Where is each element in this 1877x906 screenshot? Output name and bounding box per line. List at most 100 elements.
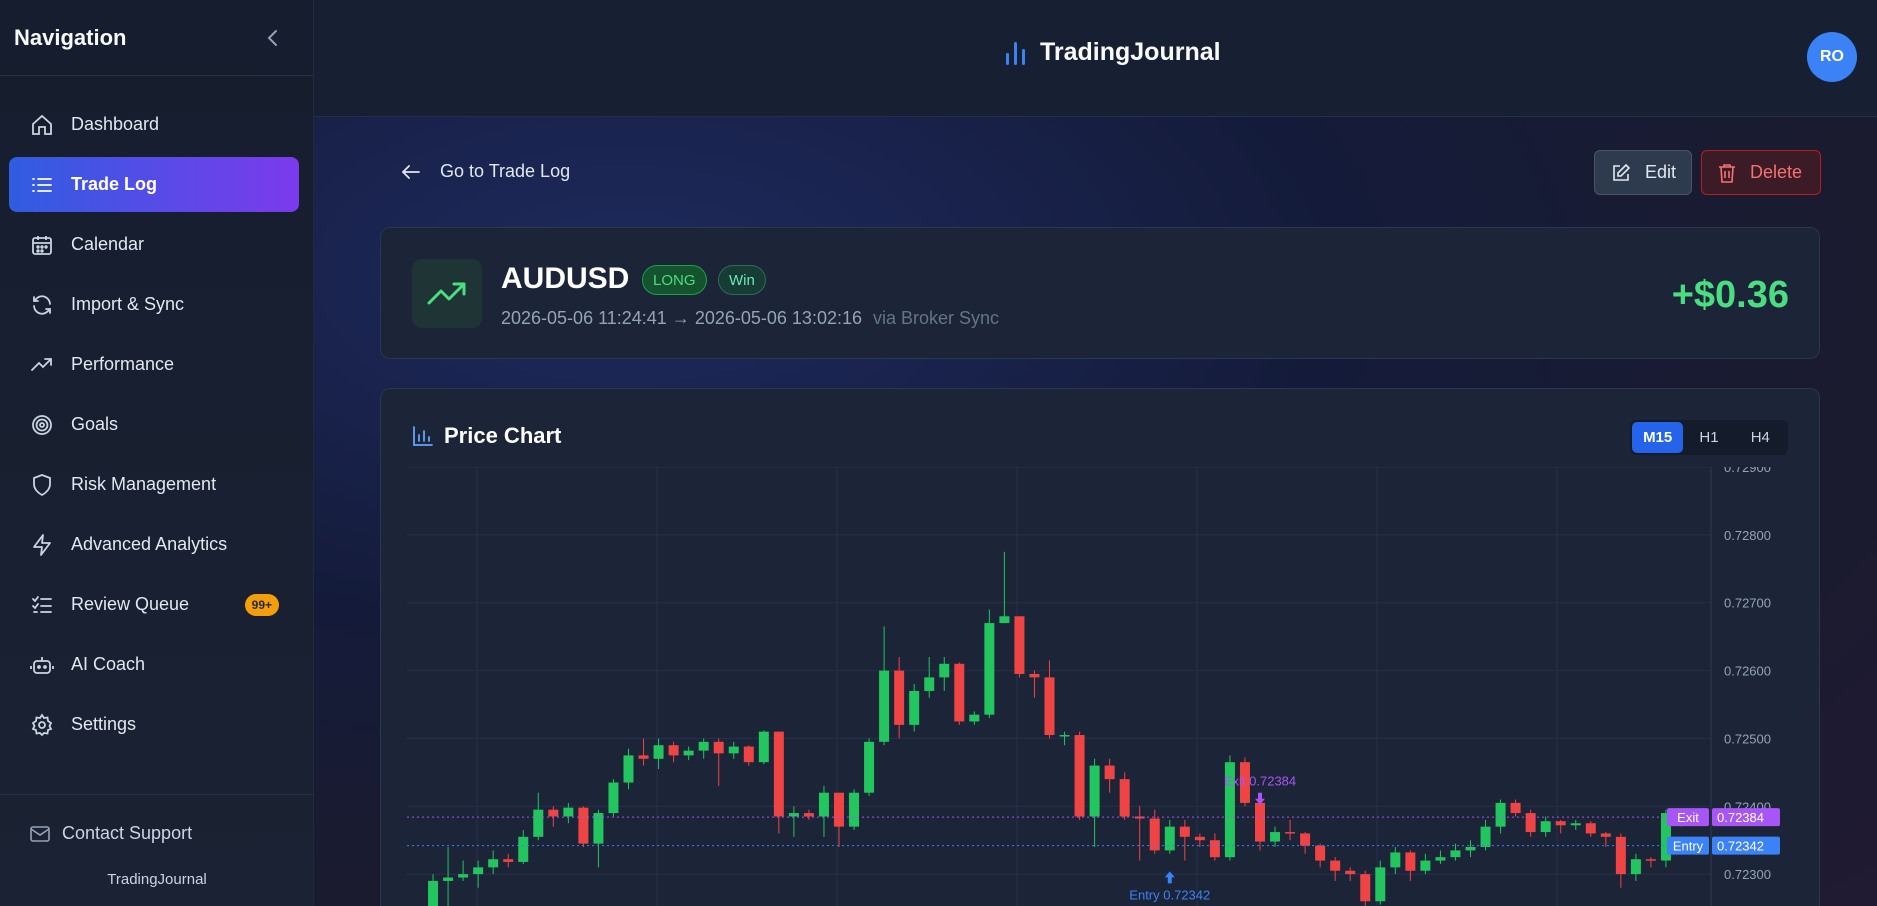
exit-marker-label: Exit 0.72384 <box>1224 774 1296 789</box>
sidebar: Navigation Dashboard Trade Log Calendar … <box>0 0 314 906</box>
brand-name: TradingJournal <box>1040 38 1221 66</box>
candle-bearish <box>1255 802 1265 842</box>
candle-bearish <box>773 731 784 817</box>
robot-icon <box>29 652 55 678</box>
trade-summary-card: AUDUSD LONG Win 2026-05-06 11:24:41 → 20… <box>380 227 1820 359</box>
sidebar-item-import-sync[interactable]: Import & Sync <box>9 277 299 332</box>
candle-bullish <box>909 690 920 725</box>
candle-bullish <box>1435 857 1446 861</box>
candle-bullish <box>488 859 499 868</box>
candle-bullish <box>443 877 454 881</box>
exit-price-tag-value: 0.72384 <box>1717 810 1764 825</box>
candle-bullish <box>999 616 1010 624</box>
candle-bullish <box>818 792 829 817</box>
candle-bearish <box>1330 860 1341 871</box>
sidebar-item-trade-log[interactable]: Trade Log <box>9 157 299 212</box>
candle-bearish <box>1645 859 1656 861</box>
review-count-badge: 99+ <box>244 593 279 616</box>
sidebar-item-calendar[interactable]: Calendar <box>9 217 299 272</box>
candle-bearish <box>1209 840 1220 858</box>
close-time: 2026-05-06 13:02:16 <box>694 308 862 328</box>
sidebar-item-settings[interactable]: Settings <box>9 697 299 752</box>
candle-bullish <box>428 880 439 906</box>
sidebar-item-label: Risk Management <box>71 474 217 494</box>
candle-bearish <box>1119 779 1130 817</box>
refresh-icon <box>29 292 55 318</box>
trade-dates: 2026-05-06 11:24:41 → 2026-05-06 13:02:1… <box>501 308 999 329</box>
candle-bullish <box>1540 821 1551 833</box>
sidebar-item-ai-coach[interactable]: AI Coach <box>9 637 299 692</box>
candle-bullish <box>1630 859 1641 875</box>
sidebar-item-label: Calendar <box>71 234 145 254</box>
arrow-separator: → <box>671 308 690 328</box>
candle-bullish <box>924 677 935 691</box>
candle-bearish <box>1555 821 1566 826</box>
candle-bearish <box>1510 802 1521 814</box>
candle-bearish <box>954 663 965 722</box>
candle-bearish <box>1315 845 1326 861</box>
sidebar-item-review-queue[interactable]: Review Queue 99+ <box>9 577 299 632</box>
collapse-sidebar-button[interactable] <box>261 26 285 50</box>
candle-bullish <box>473 867 484 875</box>
sidebar-item-advanced-analytics[interactable]: Advanced Analytics <box>9 517 299 572</box>
trade-source: via Broker Sync <box>873 308 1000 328</box>
target-icon <box>29 412 55 438</box>
candle-bullish <box>623 755 634 783</box>
candle-bearish <box>503 859 514 862</box>
candle-bearish <box>1074 735 1085 817</box>
candlestick-chart[interactable]: 0.729000.728000.727000.726000.725000.724… <box>381 389 1821 906</box>
avatar[interactable]: RO <box>1807 32 1857 82</box>
exit-label-tag-text: Exit <box>1677 810 1699 825</box>
contact-support-label: Contact Support <box>62 823 193 843</box>
candle-bullish <box>879 670 890 742</box>
candle-bullish <box>939 663 950 678</box>
footer-brand: TradingJournal <box>107 871 207 888</box>
candle-bearish <box>713 741 724 754</box>
candle-bearish <box>1029 673 1040 678</box>
candle-bearish <box>834 792 844 827</box>
sidebar-item-label: Review Queue <box>71 594 190 614</box>
y-axis-tick-label: 0.72900 <box>1724 460 1771 475</box>
edit-button[interactable]: Edit <box>1594 150 1692 195</box>
mail-icon <box>30 825 50 843</box>
entry-marker-label: Entry 0.72342 <box>1129 887 1210 902</box>
candle-bullish <box>758 731 769 763</box>
candle-bearish <box>548 809 559 817</box>
sidebar-item-dashboard[interactable]: Dashboard <box>9 97 299 152</box>
y-axis-tick-label: 0.72500 <box>1724 731 1771 746</box>
candle-bullish <box>788 813 799 817</box>
candle-bearish <box>1360 874 1371 902</box>
sidebar-title: Navigation <box>14 24 127 50</box>
candle-bullish <box>1089 765 1100 817</box>
sidebar-item-performance[interactable]: Performance <box>9 337 299 392</box>
candle-bullish <box>1465 847 1476 851</box>
candle-bearish <box>1014 616 1025 674</box>
candle-bullish <box>864 741 875 793</box>
sidebar-item-label: Import & Sync <box>71 294 185 314</box>
sidebar-item-goals[interactable]: Goals <box>9 397 299 452</box>
candles-group <box>428 551 1686 906</box>
sidebar-item-risk-management[interactable]: Risk Management <box>9 457 299 512</box>
candle-bullish <box>1480 826 1491 847</box>
contact-support-link[interactable]: Contact Support <box>30 823 192 844</box>
calendar-icon <box>29 232 55 258</box>
candle-bearish <box>1525 813 1536 833</box>
candle-bearish <box>894 670 905 725</box>
back-to-trade-log-link[interactable]: Go to Trade Log <box>402 161 570 182</box>
edit-label: Edit <box>1645 162 1677 182</box>
sidebar-item-label: Advanced Analytics <box>71 534 228 554</box>
brand[interactable]: TradingJournal <box>1004 38 1221 67</box>
open-time: 2026-05-06 11:24:41 <box>501 308 667 328</box>
candle-bullish <box>458 874 469 878</box>
entry-label-tag-text: Entry <box>1673 839 1704 854</box>
entry-marker-arrow <box>1164 871 1175 884</box>
sidebar-item-label: Performance <box>71 354 175 374</box>
candle-bearish <box>1179 826 1190 837</box>
candle-bearish <box>1300 833 1311 846</box>
bar-chart-logo-icon <box>1006 41 1025 65</box>
main-content: Go to Trade Log Edit Delete AUDUSD LONG … <box>314 117 1877 906</box>
candle-bearish <box>1104 765 1115 780</box>
y-axis-tick-label: 0.72700 <box>1724 596 1771 611</box>
delete-button[interactable]: Delete <box>1701 150 1821 195</box>
candle-bullish <box>984 623 995 715</box>
